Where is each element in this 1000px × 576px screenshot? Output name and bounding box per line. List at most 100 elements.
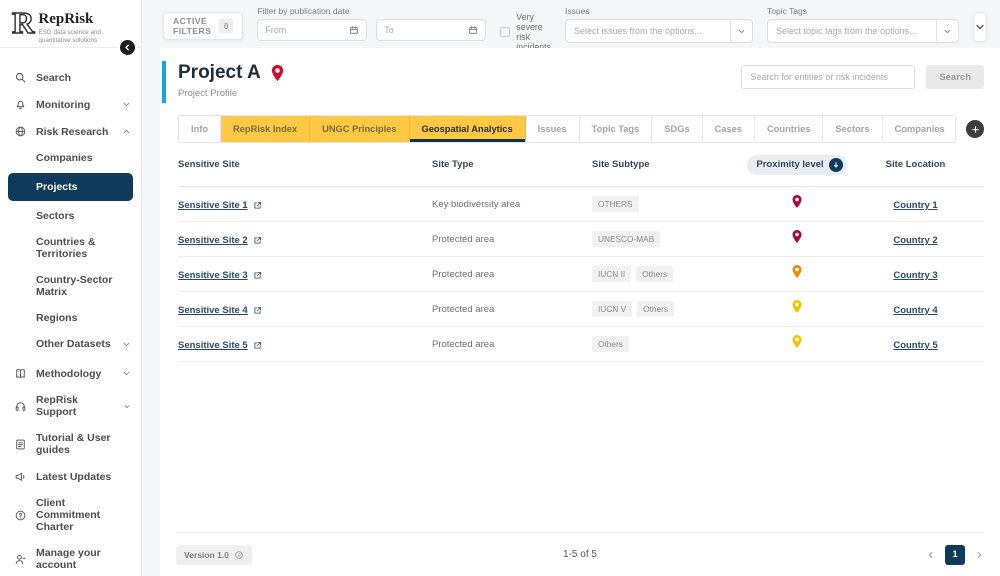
site-type-value: Protected area	[432, 303, 495, 315]
date-to-field[interactable]	[376, 19, 487, 41]
topic-tags-select[interactable]: Select topic tags from the options...	[767, 19, 960, 43]
sidebar-item-search[interactable]: Search	[0, 64, 141, 91]
country-link[interactable]: Country 1	[893, 200, 937, 211]
sidebar-item-label: Monitoring	[36, 98, 91, 111]
subtype-tag: Others	[592, 336, 629, 352]
subtype-tag: Others	[637, 301, 675, 317]
proximity-pin-icon	[791, 299, 803, 314]
reprisk-logo-icon: R	[11, 5, 35, 40]
sensitive-site-link[interactable]: Sensitive Site 2	[178, 235, 262, 246]
sidebar-item-other-datasets[interactable]: Other Datasets	[0, 331, 141, 357]
sidebar-item-projects[interactable]: Projects	[8, 173, 133, 201]
sidebar-item-label: Countries & Territories	[36, 236, 96, 260]
sidebar-collapse-button[interactable]	[118, 38, 137, 57]
sensitive-site-link[interactable]: Sensitive Site 4	[178, 305, 262, 316]
calendar-icon	[469, 26, 478, 34]
site-type-value: Key biodiversity area	[432, 198, 521, 210]
site-subtype-tags: Others	[592, 336, 747, 352]
chevron-down-icon	[730, 20, 752, 42]
country-link[interactable]: Country 3	[893, 270, 937, 281]
tab-sectors[interactable]: Sectors	[823, 116, 883, 142]
sidebar-item-monitoring[interactable]: Monitoring	[0, 91, 141, 118]
proximity-pin-icon	[791, 194, 803, 209]
tab-cases[interactable]: Cases	[702, 116, 756, 142]
sidebar-item-latest-updates[interactable]: Latest Updates	[0, 463, 141, 490]
page-number-button[interactable]: 1	[945, 544, 965, 565]
external-link-icon	[254, 307, 261, 314]
tab-reprisk-index[interactable]: RepRisk Index	[221, 116, 311, 142]
chevron-down-icon	[976, 24, 984, 30]
sidebar-item-companies[interactable]: Companies	[0, 145, 141, 171]
sidebar-item-sectors[interactable]: Sectors	[0, 203, 141, 229]
issues-filter: Issues Select issues from the options...	[565, 6, 754, 43]
sidebar-item-label: Regions	[36, 312, 78, 324]
tab-topic-tags[interactable]: Topic Tags	[579, 116, 653, 142]
sensitive-site-link[interactable]: Sensitive Site 3	[178, 270, 262, 281]
sensitive-site-link[interactable]: Sensitive Site 5	[178, 340, 262, 351]
project-header: Project A Project Profile Search	[160, 48, 1000, 103]
column-header-proximity-level[interactable]: Proximity level	[747, 154, 847, 175]
subtype-tag: UNESCO-MAB	[592, 231, 661, 247]
column-header-site-location: Site Location	[885, 159, 946, 170]
brand-logo: R RepRisk ESG data science and quantitat…	[0, 0, 141, 57]
sidebar-item-manage-account[interactable]: Manage your account	[0, 540, 141, 576]
tab-issues[interactable]: Issues	[525, 116, 580, 142]
tab-geospatial-analytics[interactable]: Geospatial Analytics	[409, 116, 526, 142]
date-from-input[interactable]	[265, 25, 344, 35]
sidebar-item-regions[interactable]: Regions	[0, 305, 141, 331]
search-button[interactable]: Search	[926, 65, 984, 89]
tab-sdgs[interactable]: SDGs	[652, 116, 703, 142]
date-from-field[interactable]	[257, 19, 368, 41]
profile-tabs: Info RepRisk Index UNGC Principles Geosp…	[178, 115, 956, 143]
sidebar-item-client-commitment-charter[interactable]: Client Commitment Charter	[0, 490, 141, 540]
issues-label: Issues	[565, 6, 590, 16]
tab-countries[interactable]: Countries	[755, 116, 824, 142]
country-link[interactable]: Country 5	[893, 340, 937, 351]
person-icon	[15, 554, 26, 564]
column-header-site-type: Site Type	[432, 159, 474, 170]
checkbox-label: Very severe risk incidents	[516, 12, 552, 52]
tab-ungc-principles[interactable]: UNGC Principles	[310, 116, 410, 142]
tab-info[interactable]: Info	[179, 116, 222, 142]
column-header-sensitive-site: Sensitive Site	[178, 159, 240, 170]
chevron-right-icon	[977, 551, 982, 558]
previous-page-button[interactable]	[926, 550, 936, 560]
next-page-button[interactable]	[974, 550, 984, 560]
sidebar-item-label: Tutorial & User guides	[36, 432, 111, 456]
proximity-pin-icon	[791, 264, 803, 279]
sidebar-item-countries-territories[interactable]: Countries & Territories	[0, 229, 141, 267]
sidebar-item-label: Projects	[36, 181, 78, 193]
accent-bar	[162, 61, 166, 103]
checkbox-very-severe[interactable]: Very severe risk incidents	[500, 12, 551, 52]
checkbox-icon[interactable]	[500, 27, 511, 37]
sidebar-item-tutorial-guides[interactable]: Tutorial & User guides	[0, 425, 141, 463]
site-link-label: Sensitive Site 2	[178, 235, 248, 246]
expand-filters-button[interactable]	[973, 12, 988, 42]
chevron-down-icon	[123, 342, 130, 346]
sidebar-item-label: Risk Research	[36, 125, 109, 138]
chevron-left-icon	[928, 551, 933, 558]
sidebar-item-reprisk-support[interactable]: RepRisk Support	[0, 387, 141, 425]
sidebar-item-methodology[interactable]: Methodology	[0, 360, 141, 387]
entity-search-input[interactable]	[741, 65, 916, 89]
country-link[interactable]: Country 4	[893, 305, 937, 316]
active-filters-button[interactable]: ACTIVE FILTERS 0	[163, 12, 244, 40]
sidebar-item-country-sector-matrix[interactable]: Country-Sector Matrix	[0, 267, 141, 305]
chevron-down-icon	[123, 371, 130, 376]
issues-select-placeholder: Select issues from the options...	[574, 26, 702, 36]
megaphone-icon	[15, 472, 25, 481]
sidebar-item-risk-research[interactable]: Risk Research	[0, 118, 141, 145]
topic-tags-select-placeholder: Select topic tags from the options...	[776, 26, 917, 36]
tab-companies[interactable]: Companies	[882, 116, 955, 142]
publication-date-label: Filter by publication date	[257, 6, 350, 16]
country-link[interactable]: Country 2	[893, 235, 937, 246]
add-tab-button[interactable]	[966, 120, 984, 138]
publication-date-filter: Filter by publication date	[257, 6, 487, 41]
site-type-value: Protected area	[432, 233, 495, 245]
date-to-input[interactable]	[384, 25, 463, 35]
issues-select[interactable]: Select issues from the options...	[565, 19, 754, 43]
search-icon	[15, 72, 26, 83]
sensitive-site-link[interactable]: Sensitive Site 1	[178, 200, 262, 211]
sort-descending-icon[interactable]	[828, 157, 843, 172]
globe-icon	[15, 126, 26, 137]
